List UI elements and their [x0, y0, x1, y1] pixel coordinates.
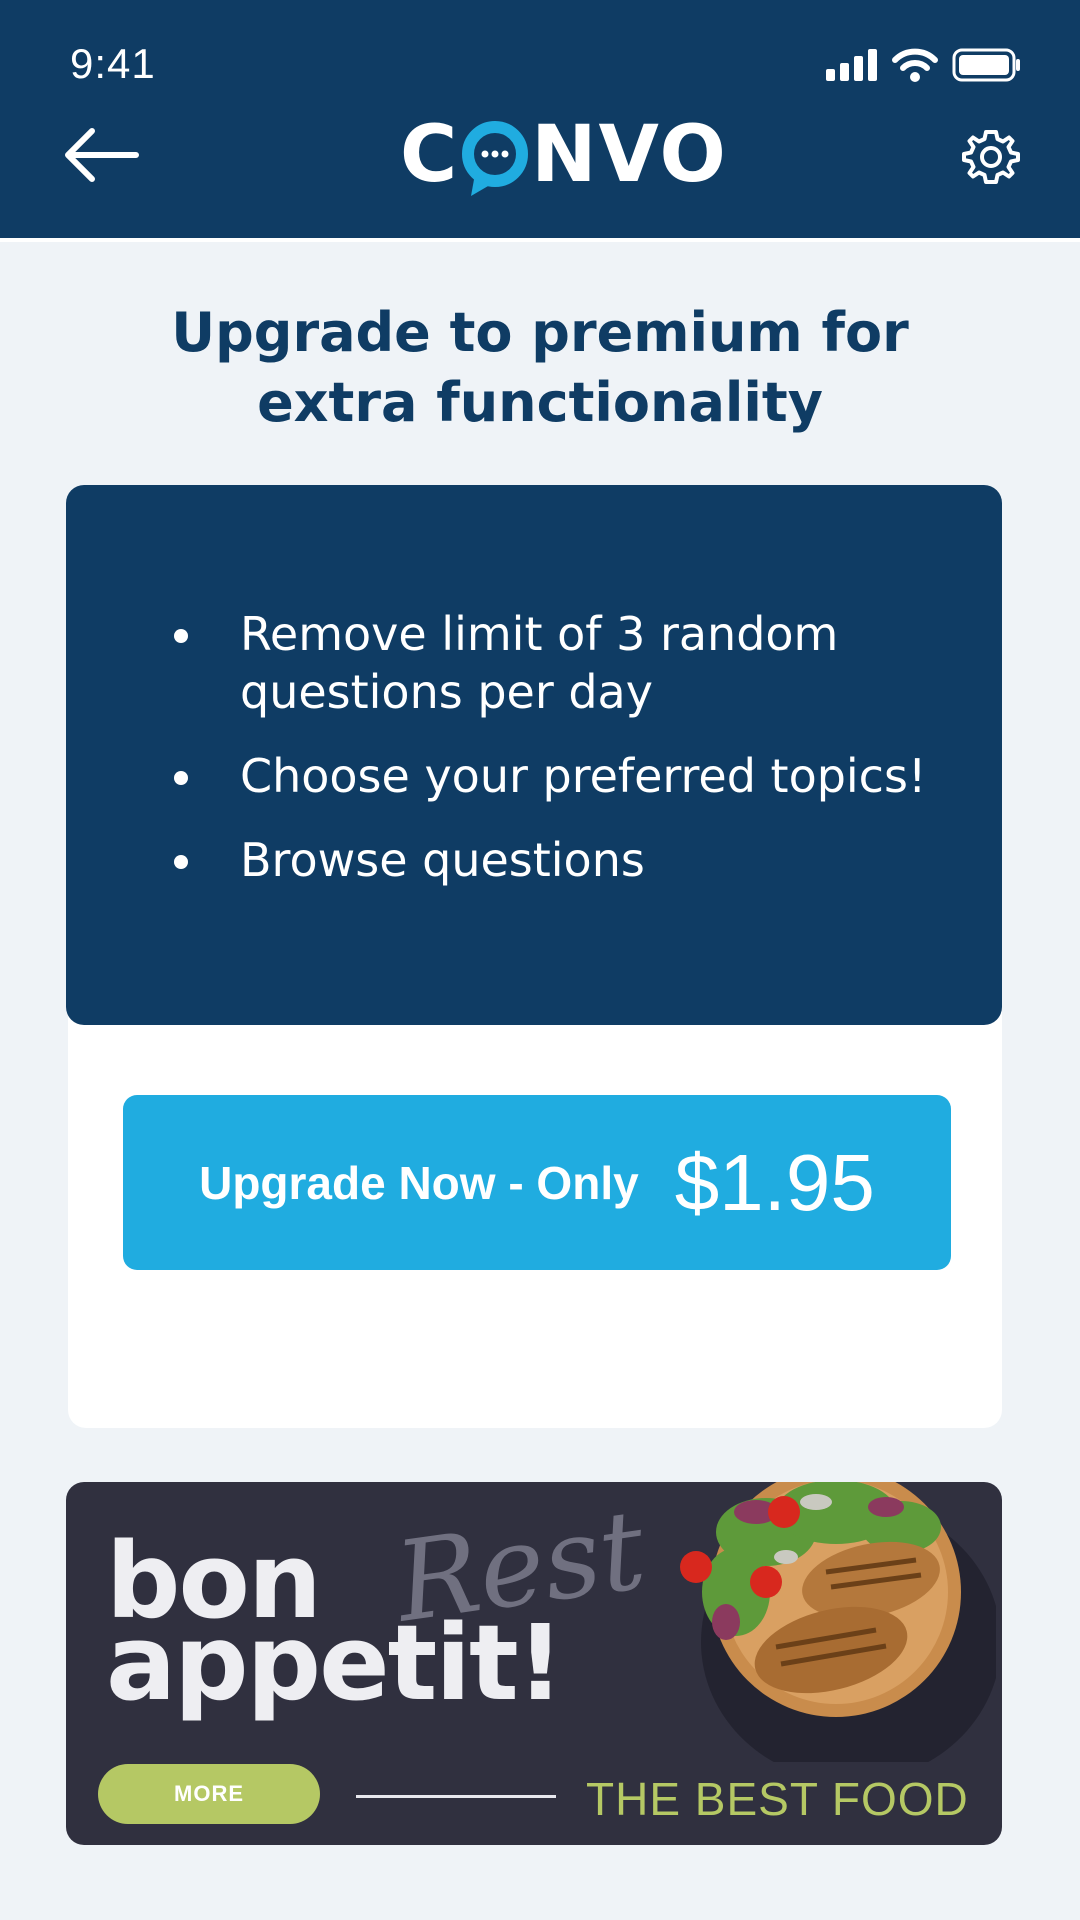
convo-logo: C NVO	[400, 110, 728, 200]
arrow-left-icon	[65, 128, 139, 182]
status-icons	[826, 48, 1022, 82]
app-header: 9:41 C NVO	[0, 0, 1080, 238]
food-plate-image	[680, 1482, 996, 1762]
ad-title-line2: appetit!	[106, 1602, 564, 1724]
header-divider	[0, 238, 1080, 242]
status-time: 9:41	[70, 40, 156, 87]
logo-text-right: NVO	[531, 110, 728, 200]
logo-text-left: C	[400, 110, 460, 200]
chat-bubble-icon	[461, 120, 529, 198]
feature-item: Remove limit of 3 random questions per d…	[174, 605, 974, 721]
wifi-icon	[892, 48, 938, 82]
ad-banner[interactable]: Rest bon appetit! MORE THE BEST FOOD	[66, 1482, 1002, 1845]
upgrade-button-label: Upgrade Now - Only	[199, 1156, 639, 1209]
feature-item: Choose your preferred topics!	[174, 747, 974, 805]
battery-icon	[952, 48, 1020, 82]
settings-button[interactable]	[962, 128, 1020, 186]
back-button[interactable]	[62, 125, 140, 185]
ad-more-button[interactable]: MORE	[98, 1764, 320, 1824]
ad-title: bon appetit!	[106, 1529, 564, 1724]
ad-divider-line	[356, 1795, 556, 1798]
upgrade-button[interactable]: Upgrade Now - Only $1.95	[123, 1095, 951, 1270]
upgrade-price: $1.95	[674, 1137, 875, 1227]
signal-icon	[826, 49, 877, 81]
feature-item: Browse questions	[174, 831, 974, 889]
features-list: Remove limit of 3 random questions per d…	[174, 605, 974, 915]
ad-tagline: THE BEST FOOD	[586, 1773, 969, 1825]
page-title: Upgrade to premium for extra functionali…	[171, 301, 909, 434]
features-panel: Remove limit of 3 random questions per d…	[66, 485, 1002, 1025]
gear-icon	[962, 130, 1020, 184]
